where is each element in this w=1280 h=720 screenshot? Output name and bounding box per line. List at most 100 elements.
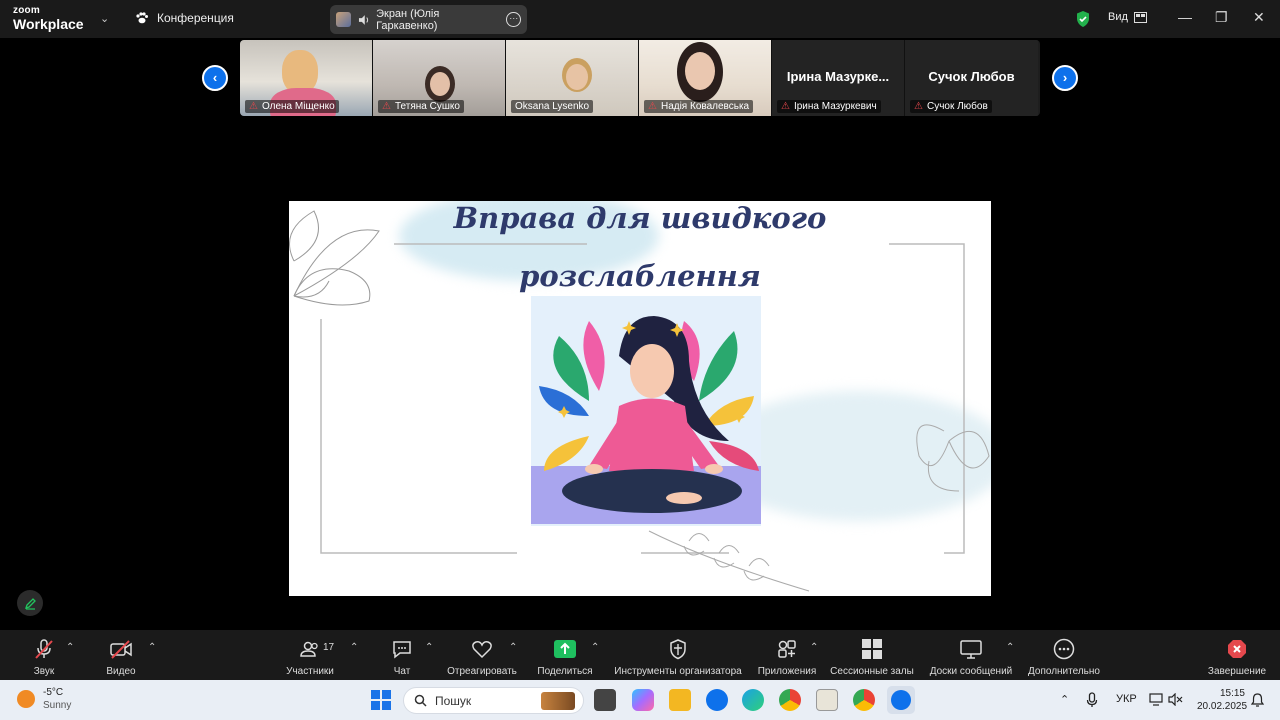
host-shield-icon — [670, 639, 686, 660]
participant-tile[interactable]: Ірина Мазурке... ⚠︎ Ірина Мазуркевич — [772, 40, 905, 116]
close-icon[interactable]: ✕ — [1253, 9, 1265, 26]
chrome-profile-icon[interactable] — [853, 689, 875, 711]
shield-icon[interactable] — [1075, 10, 1091, 28]
participant-face — [566, 64, 588, 90]
conference-label: Конференция — [157, 11, 234, 25]
task-view-icon[interactable] — [594, 689, 616, 711]
zoom-meeting-window: zoom Workplace ⌄ Конференция Экран (Юлія… — [0, 0, 1280, 720]
participant-name-tag: ⚠︎ Сучок Любов — [910, 100, 992, 113]
zoom-taskbar-icon[interactable] — [887, 686, 915, 714]
file-explorer-icon[interactable] — [669, 689, 691, 711]
mic-muted-icon — [35, 639, 53, 659]
chat-label: Чат — [393, 666, 411, 677]
more-label: Дополнительно — [1028, 666, 1100, 677]
audio-options-caret[interactable]: ⌃ — [66, 642, 74, 653]
participants-options-caret[interactable]: ⌃ — [350, 642, 358, 653]
participant-display-name: Сучок Любов — [928, 69, 1015, 84]
video-button[interactable]: Видео — [98, 638, 144, 677]
weather-widget[interactable]: -5°C Sunny — [17, 686, 71, 712]
language-indicator[interactable]: УКР — [1116, 693, 1137, 705]
video-off-icon — [110, 640, 132, 659]
restore-icon[interactable]: ❐ — [1215, 9, 1228, 26]
calendar-app-icon[interactable] — [816, 689, 838, 711]
screen-share-pill[interactable]: Экран (Юлія Гаркавенко) ··· — [330, 5, 527, 34]
mic-muted-icon: ⚠︎ — [648, 101, 657, 112]
chrome-icon[interactable] — [779, 689, 801, 711]
whiteboards-button[interactable]: Доски сообщений — [926, 638, 1016, 677]
participant-face — [685, 52, 715, 90]
breakout-rooms-label: Сессионные залы — [830, 666, 914, 677]
apps-options-caret[interactable]: ⌃ — [810, 642, 818, 653]
view-grid-icon — [1133, 11, 1147, 23]
participants-icon — [300, 641, 318, 657]
prev-participants-button[interactable]: ‹ — [202, 65, 228, 91]
tray-overflow-icon[interactable]: ⌃ — [1060, 693, 1069, 706]
taskbar-search[interactable]: Пошук — [403, 687, 584, 714]
windows-start-icon[interactable] — [371, 690, 391, 710]
participant-name: Тетяна Сушко — [394, 101, 460, 112]
participant-tile[interactable]: ⚠︎ Тетяна Сушко — [373, 40, 506, 116]
participant-name: Олена Міщенко — [261, 101, 335, 112]
conference-menu[interactable]: Конференция — [135, 11, 234, 25]
paw-icon — [136, 12, 148, 24]
participant-name: Сучок Любов — [926, 101, 988, 112]
mic-muted-icon: ⚠︎ — [914, 101, 923, 112]
microphone-tray-icon[interactable] — [1086, 692, 1098, 708]
minimize-icon[interactable]: — — [1178, 9, 1192, 25]
audio-label: Звук — [33, 666, 55, 677]
react-options-caret[interactable]: ⌃ — [509, 642, 517, 653]
view-button[interactable]: Вид — [1108, 11, 1147, 23]
slide-title-line1: Вправа для швидкого — [453, 201, 827, 235]
more-button[interactable]: Дополнительно — [1025, 638, 1103, 677]
logo-text-top: zoom — [13, 5, 40, 16]
participant-tile[interactable]: Oksana Lysenko — [506, 40, 639, 116]
chevron-down-icon[interactable]: ⌄ — [100, 12, 109, 25]
annotate-button[interactable] — [17, 590, 43, 616]
breakout-rooms-button[interactable]: Сессионные залы — [829, 638, 915, 677]
network-icon[interactable] — [1149, 693, 1163, 706]
meeting-toolbar: Звук ⌃ Видео ⌃ Участники 17 ⌃ Чат ⌃ Отре… — [0, 630, 1280, 680]
clock-date: 20.02.2025 — [1197, 701, 1248, 712]
end-meeting-button[interactable]: Завершение — [1205, 638, 1269, 677]
more-icon[interactable]: ··· — [506, 12, 521, 27]
video-options-caret[interactable]: ⌃ — [148, 642, 156, 653]
taskbar-clock[interactable]: 15:15 20.02.2025 — [1197, 687, 1248, 713]
logo-text-bottom: Workplace — [13, 16, 84, 32]
chat-options-caret[interactable]: ⌃ — [425, 642, 433, 653]
participant-name: Надія Ковалевська — [660, 101, 750, 112]
participant-name-tag: ⚠︎ Олена Міщенко — [245, 100, 339, 113]
title-bar: zoom Workplace ⌄ Конференция Экран (Юлія… — [0, 0, 1280, 38]
teamviewer-icon[interactable] — [706, 689, 728, 711]
windows-taskbar: -5°C Sunny Пошук ⌃ УКР 15:15 20.02.2025 — [0, 680, 1280, 720]
whiteboards-options-caret[interactable]: ⌃ — [1006, 642, 1014, 653]
whiteboard-icon — [960, 640, 982, 659]
participant-name-tag: ⚠︎ Ірина Мазуркевич — [777, 100, 881, 113]
screen-share-label: Экран (Юлія Гаркавенко) — [376, 7, 440, 32]
audio-button[interactable]: Звук — [22, 638, 66, 677]
host-tools-button[interactable]: Инструменты организатора — [611, 638, 745, 677]
copilot-icon[interactable] — [632, 689, 654, 711]
view-label: Вид — [1108, 11, 1128, 23]
apps-label: Приложения — [757, 666, 817, 677]
pencil-icon — [24, 597, 36, 610]
participant-tile[interactable]: ⚠︎ Олена Міщенко — [240, 40, 373, 116]
participant-tile[interactable]: Сучок Любов ⚠︎ Сучок Любов — [905, 40, 1038, 116]
weather-temp: -5°C — [43, 687, 64, 698]
breakout-rooms-icon — [862, 639, 882, 659]
slide-title-line2: розслаблення — [519, 259, 761, 293]
whiteboards-label: Доски сообщений — [929, 666, 1013, 677]
chat-button[interactable]: Чат — [385, 638, 419, 677]
zoom-app-icon — [891, 690, 911, 710]
edge-icon[interactable] — [742, 689, 764, 711]
next-participants-button[interactable]: › — [1052, 65, 1078, 91]
participant-name: Oksana Lysenko — [515, 101, 590, 112]
participant-face — [430, 72, 450, 96]
share-button[interactable]: Поделиться — [534, 638, 596, 677]
notifications-icon[interactable] — [1251, 693, 1264, 707]
share-options-caret[interactable]: ⌃ — [591, 642, 599, 653]
end-meeting-label: Завершение — [1207, 666, 1267, 677]
volume-muted-icon[interactable] — [1168, 693, 1183, 706]
participant-name-tag: ⚠︎ Тетяна Сушко — [378, 100, 464, 113]
participants-label: Участники — [286, 666, 334, 677]
participant-tile[interactable]: ⚠︎ Надія Ковалевська — [639, 40, 772, 116]
